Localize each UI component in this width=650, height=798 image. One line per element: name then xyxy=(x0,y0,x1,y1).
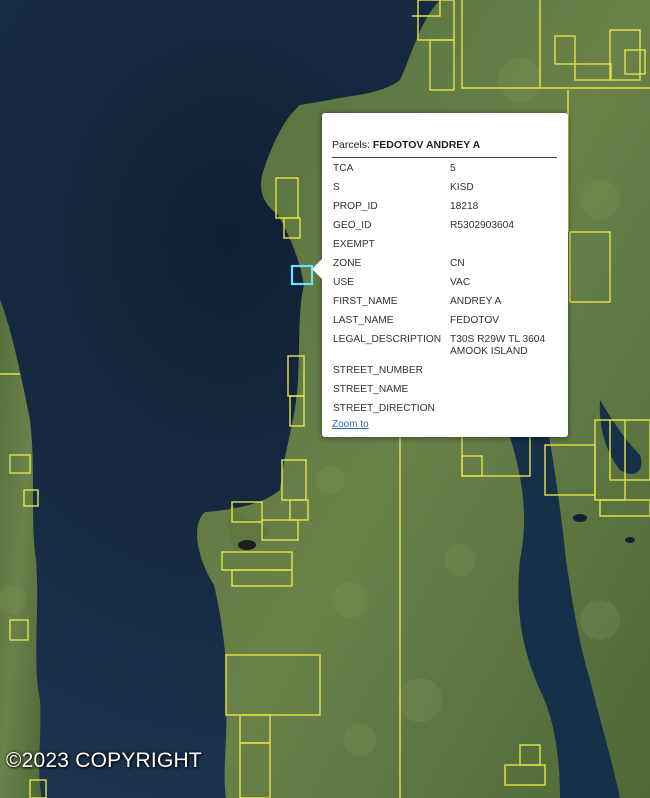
attribute-value xyxy=(450,239,561,251)
attribute-key: PROP_ID xyxy=(333,201,378,212)
pond xyxy=(573,514,587,522)
attribute-value: 5 xyxy=(450,163,456,174)
attribute-row: GEO_ID R5302903604 xyxy=(333,220,561,232)
attribute-table[interactable]: TCA 5 S KISD PROP_ID 18218 GEO_ID R5302903604 EX… xyxy=(333,163,561,419)
attribute-value xyxy=(450,365,561,377)
attribute-row: STREET_NAME xyxy=(333,384,561,396)
attribute-row: S KISD xyxy=(333,182,561,194)
attribute-row: PROP_ID 18218 xyxy=(333,201,561,213)
popup-title-name: FEDOTOV ANDREY A xyxy=(372,139,481,151)
attribute-value: R5302903604 xyxy=(450,220,515,231)
attribute-value: CN xyxy=(450,258,465,269)
attribute-value: 18218 xyxy=(450,201,479,212)
attribute-key: ZONE xyxy=(333,258,362,269)
attribute-value: ANDREY A xyxy=(450,296,502,307)
attribute-row: EXEMPT xyxy=(333,239,561,251)
attribute-value xyxy=(450,403,561,415)
attribute-value: KISD xyxy=(450,182,474,193)
attribute-value: VAC xyxy=(450,277,471,288)
attribute-row: FIRST_NAME ANDREY A xyxy=(333,296,561,308)
attribute-key: LAST_NAME xyxy=(333,315,394,326)
attribute-key: STREET_NUMBER xyxy=(333,365,424,376)
attribute-key: LEGAL_DESCRIPTION xyxy=(333,334,442,345)
parcel-popup: Parcels: FEDOTOV ANDREY A TCA 5 S KISD PROP_… xyxy=(312,113,568,437)
attribute-key: FIRST_NAME xyxy=(333,296,398,307)
pond xyxy=(238,540,256,550)
attribute-key: STREET_DIRECTION xyxy=(333,403,435,414)
attribute-key: USE xyxy=(333,277,354,288)
zoom-to-link[interactable]: Zoom to xyxy=(332,419,369,430)
attribute-row: ZONE CN xyxy=(333,258,561,270)
attribute-key: EXEMPT xyxy=(333,239,375,250)
attribute-row: TCA 5 xyxy=(333,163,561,175)
pond xyxy=(625,537,635,543)
attribute-row: STREET_NUMBER xyxy=(333,365,561,377)
attribute-row: USE VAC xyxy=(333,277,561,289)
attribute-row: STREET_DIRECTION xyxy=(333,403,561,415)
attribute-value: T30S R29W TL 3604 AMOOK ISLAND xyxy=(450,334,546,357)
attribute-value xyxy=(450,384,561,396)
attribute-key: S xyxy=(333,182,340,193)
attribute-key: TCA xyxy=(333,163,354,174)
copyright-watermark: ©2023 COPYRIGHT xyxy=(6,749,202,772)
attribute-row: LAST_NAME FEDOTOV xyxy=(333,315,561,327)
attribute-key: STREET_NAME xyxy=(333,384,409,395)
popup-title: Parcels: FEDOTOV ANDREY A xyxy=(332,139,557,158)
attribute-key: GEO_ID xyxy=(333,220,372,231)
attribute-value: FEDOTOV xyxy=(450,315,500,326)
popup-title-prefix: Parcels: xyxy=(332,139,370,151)
popup-pointer xyxy=(312,259,322,279)
attribute-row: LEGAL_DESCRIPTION T30S R29W TL 3604 AMOOK… xyxy=(333,334,561,358)
